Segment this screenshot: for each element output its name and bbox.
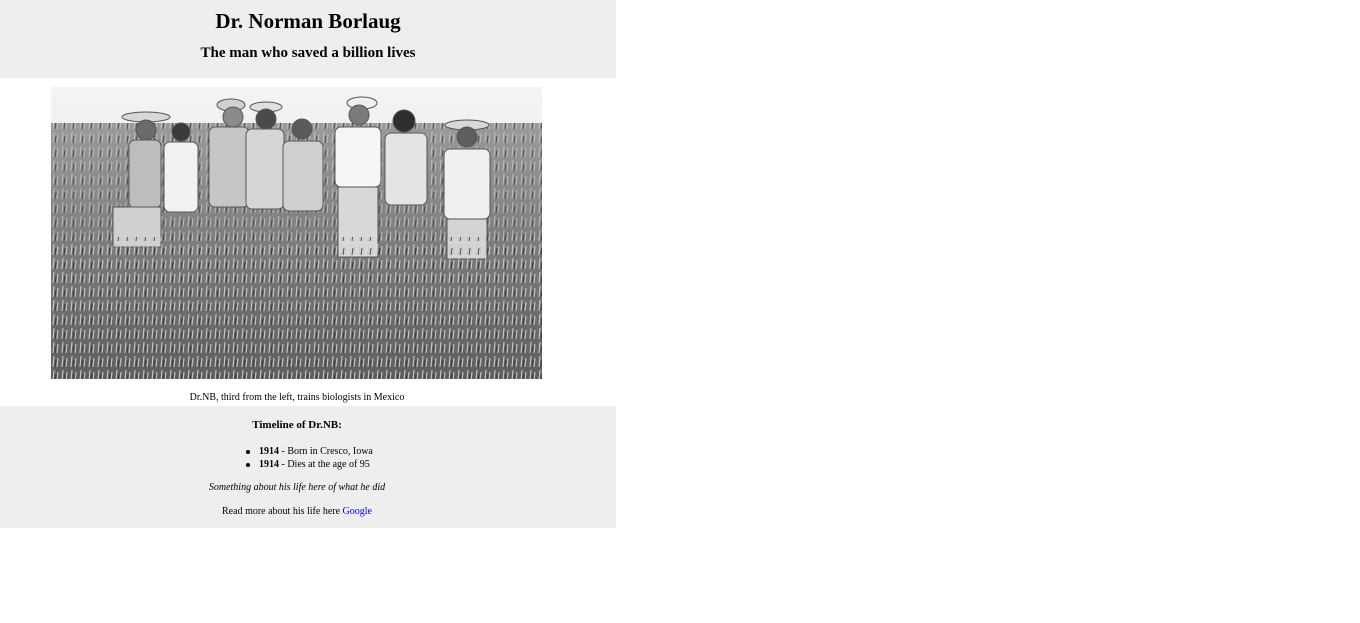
header: Dr. Norman Borlaug The man who saved a b… [0, 0, 616, 78]
timeline-section: Timeline of Dr.NB: 1914 - Born in Cresco… [0, 406, 616, 528]
event-text: - Born in Cresco, Iowa [279, 446, 373, 457]
event-text: - Dies at the age of 95 [279, 459, 370, 470]
photo-section: Dr.NB, third from the left, trains biolo… [0, 78, 616, 406]
about-text: Something about his life here of what he… [208, 482, 386, 493]
page-title: Dr. Norman Borlaug [215, 9, 401, 33]
field-photo [51, 87, 542, 379]
read-more-text: Read more about his life here [222, 506, 343, 517]
google-link[interactable]: Google [343, 506, 372, 517]
photo-caption: Dr.NB, third from the left, trains biolo… [189, 392, 405, 403]
bullet-icon [246, 463, 250, 467]
event-year: 1914 [259, 459, 279, 470]
page-container: Dr. Norman Borlaug The man who saved a b… [0, 0, 616, 528]
list-item: 1914 - Born in Cresco, Iowa [246, 445, 373, 458]
timeline-list: 1914 - Born in Cresco, Iowa 1914 - Dies … [246, 445, 373, 471]
bullet-icon [246, 450, 250, 454]
event-year: 1914 [259, 446, 279, 457]
page-subtitle: The man who saved a billion lives [200, 45, 416, 61]
timeline-heading: Timeline of Dr.NB: [252, 419, 342, 431]
list-item: 1914 - Dies at the age of 95 [246, 458, 373, 471]
read-more: Read more about his life here Google [0, 505, 594, 518]
